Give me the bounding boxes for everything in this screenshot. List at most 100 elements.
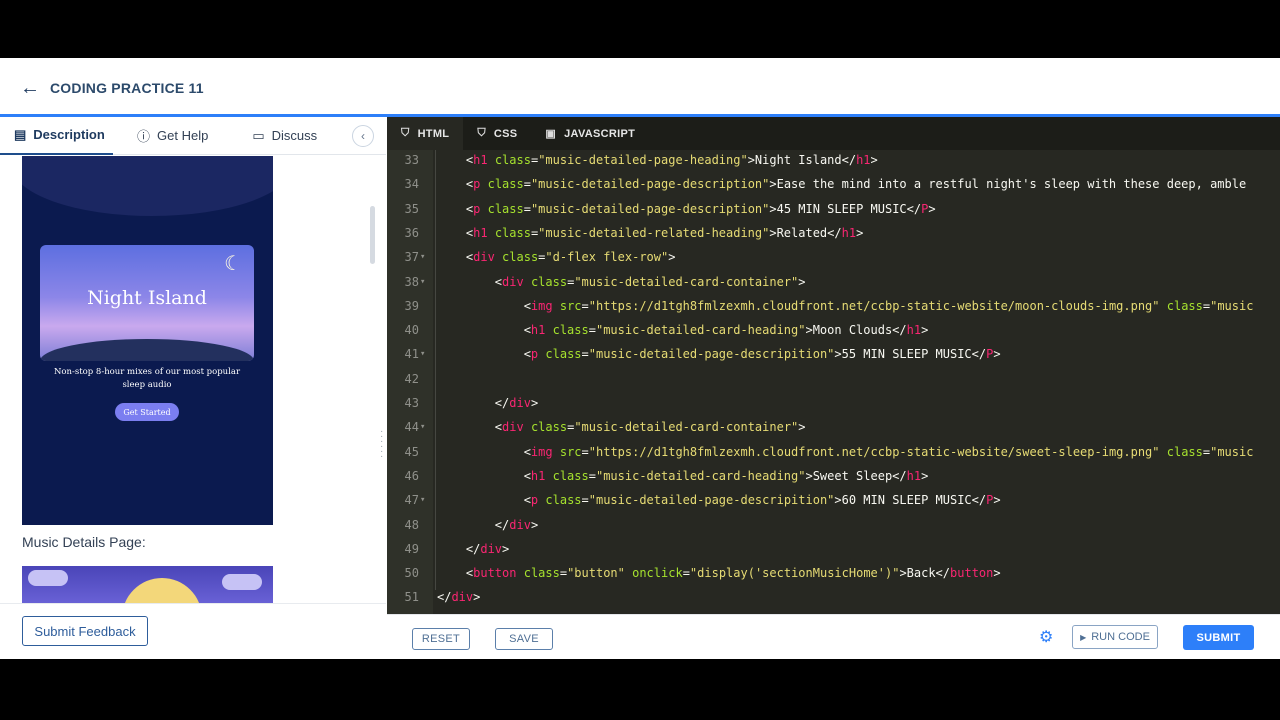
code-line[interactable]: 49 </div> bbox=[387, 537, 1280, 561]
app-frame: ← CODING PRACTICE 11 ▤ Description ⓘ Get… bbox=[0, 58, 1280, 659]
code-text: </div> bbox=[437, 396, 539, 410]
code-text: <p class="music-detailed-page-descriptio… bbox=[437, 201, 936, 216]
css3-icon: ⛉ bbox=[477, 127, 486, 139]
line-number: 41 bbox=[404, 347, 419, 362]
tab-label: JAVASCRIPT bbox=[564, 127, 636, 140]
code-line[interactable]: 47 ▾ <p class="music-detailed-page-descri… bbox=[387, 488, 1280, 512]
document-icon: ▤ bbox=[14, 126, 27, 142]
line-number: 49 bbox=[404, 541, 419, 556]
code-text: <h1 class="music-detailed-card-heading">… bbox=[437, 468, 929, 483]
reset-button[interactable]: RESET bbox=[412, 628, 470, 650]
code-line[interactable]: 48 </div> bbox=[387, 513, 1280, 537]
moon-decoration bbox=[122, 578, 202, 603]
tab-html[interactable]: ⛉ HTML bbox=[387, 117, 464, 150]
line-number: 36 bbox=[404, 225, 419, 240]
code-line[interactable]: 40 <h1 class="music-detailed-card-headin… bbox=[387, 318, 1280, 342]
left-panel: ▤ Description ⓘ Get Help ▭ Discuss ‹ ☾ N… bbox=[0, 117, 386, 659]
line-number: 35 bbox=[404, 201, 419, 216]
run-code-label: RUN CODE bbox=[1091, 631, 1150, 643]
hero-title: Night Island bbox=[87, 287, 207, 309]
code-text: </div> bbox=[437, 541, 510, 556]
code-line[interactable]: 42 bbox=[387, 367, 1280, 391]
code-line[interactable]: 45 <img src="https://d1tgh8fmlzexmh.clou… bbox=[387, 440, 1280, 464]
code-line[interactable]: 46 <h1 class="music-detailed-card-headin… bbox=[387, 464, 1280, 488]
run-code-button[interactable]: ▶ RUN CODE bbox=[1072, 625, 1158, 649]
line-number: 45 bbox=[404, 444, 419, 459]
line-number: 50 bbox=[404, 566, 419, 581]
cloud-decoration bbox=[22, 156, 273, 216]
cloud-decoration bbox=[28, 570, 68, 586]
submit-feedback-button[interactable]: Submit Feedback bbox=[22, 616, 148, 646]
night-island-preview-image: ☾ Night Island Non-stop 8-hour mixes of … bbox=[22, 156, 273, 525]
line-number: 37 bbox=[404, 250, 419, 265]
collapse-panel-button[interactable]: ‹ bbox=[352, 125, 374, 147]
code-line[interactable]: 38 ▾ <div class="music-detailed-card-cont… bbox=[387, 270, 1280, 294]
tab-label: HTML bbox=[417, 127, 450, 140]
code-line[interactable]: 44 ▾ <div class="music-detailed-card-cont… bbox=[387, 415, 1280, 439]
code-line[interactable]: 43 </div> bbox=[387, 391, 1280, 415]
code-line[interactable]: 50 <button class="button" onclick="displ… bbox=[387, 561, 1280, 585]
code-editor[interactable]: ⛉ HTML ⛉ CSS ▣ JAVASCRIPT 33 <h1 class="… bbox=[387, 117, 1280, 614]
line-number: 47 bbox=[404, 493, 419, 508]
code-line[interactable]: 39 <img src="https://d1tgh8fmlzexmh.clou… bbox=[387, 294, 1280, 318]
code-text: <img src="https://d1tgh8fmlzexmh.cloudfr… bbox=[437, 444, 1254, 459]
chevron-left-icon: ‹ bbox=[361, 129, 365, 143]
arrow-left-icon[interactable]: ← bbox=[20, 78, 40, 98]
fold-toggle-icon[interactable]: ▾ bbox=[420, 342, 425, 366]
tab-css[interactable]: ⛉ CSS bbox=[463, 117, 531, 150]
code-text: <p class="music-detailed-page-descripiti… bbox=[437, 493, 1001, 508]
description-content[interactable]: ☾ Night Island Non-stop 8-hour mixes of … bbox=[0, 156, 386, 603]
gear-icon[interactable]: ⚙ bbox=[1039, 627, 1053, 647]
line-number: 48 bbox=[404, 517, 419, 532]
code-line[interactable]: 33 <h1 class="music-detailed-page-headin… bbox=[387, 148, 1280, 172]
editor-footer: RESET SAVE ⚙ ▶ RUN CODE SUBMIT bbox=[387, 614, 1280, 659]
moon-icon: ☾ bbox=[224, 253, 242, 275]
fold-toggle-icon[interactable]: ▾ bbox=[420, 415, 425, 439]
code-text: <h1 class="music-detailed-page-heading">… bbox=[465, 153, 878, 167]
tab-label: Discuss bbox=[271, 128, 318, 143]
get-started-button: Get Started bbox=[115, 403, 179, 421]
editor-tabs: ⛉ HTML ⛉ CSS ▣ JAVASCRIPT bbox=[387, 117, 1280, 150]
code-line[interactable]: 34 <p class="music-detailed-page-descrip… bbox=[387, 172, 1280, 196]
code-text: <p class="music-detailed-page-descriptio… bbox=[437, 177, 1247, 192]
fold-toggle-icon[interactable]: ▾ bbox=[420, 245, 425, 269]
tab-javascript[interactable]: ▣ JAVASCRIPT bbox=[531, 117, 649, 150]
scrollbar-thumb[interactable] bbox=[370, 206, 375, 264]
code-text: <button class="button" onclick="display(… bbox=[437, 566, 1001, 581]
tab-label: CSS bbox=[493, 127, 518, 140]
help-circle-icon: ⓘ bbox=[137, 129, 151, 144]
code-text: <img src="https://d1tgh8fmlzexmh.cloudfr… bbox=[437, 298, 1254, 313]
fold-toggle-icon[interactable]: ▾ bbox=[420, 270, 425, 294]
line-number: 46 bbox=[404, 468, 419, 483]
line-number: 43 bbox=[404, 396, 419, 410]
code-line[interactable]: 37 ▾ <div class="d-flex flex-row"> bbox=[387, 245, 1280, 269]
play-icon: ▶ bbox=[1080, 632, 1087, 642]
submit-button[interactable]: SUBMIT bbox=[1183, 625, 1254, 650]
code-text: <div class="d-flex flex-row"> bbox=[437, 250, 676, 265]
hero-banner: ☾ Night Island bbox=[40, 245, 254, 361]
chat-icon: ▭ bbox=[252, 127, 265, 143]
hills-decoration bbox=[40, 339, 254, 361]
tab-description[interactable]: ▤ Description bbox=[0, 117, 113, 155]
js-file-icon: ▣ bbox=[545, 128, 557, 140]
code-line[interactable]: 41 ▾ <p class="music-detailed-page-descri… bbox=[387, 342, 1280, 366]
code-line[interactable]: 35 <p class="music-detailed-page-descrip… bbox=[387, 197, 1280, 221]
line-number: 51 bbox=[404, 590, 419, 605]
code-text: </div> bbox=[437, 590, 481, 605]
music-details-preview-image bbox=[22, 566, 273, 603]
code-text: <p class="music-detailed-page-descripiti… bbox=[437, 347, 1001, 362]
code-text: <h1 class="music-detailed-card-heading">… bbox=[437, 323, 929, 338]
code-text: <div class="music-detailed-card-containe… bbox=[437, 420, 806, 435]
save-button[interactable]: SAVE bbox=[495, 628, 553, 650]
top-bar: ← CODING PRACTICE 11 bbox=[0, 62, 1280, 114]
line-number: 40 bbox=[404, 323, 419, 338]
tab-get-help[interactable]: ⓘ Get Help bbox=[123, 117, 222, 155]
code-line[interactable]: 36 <h1 class="music-detailed-related-hea… bbox=[387, 221, 1280, 245]
resize-handle[interactable]: · · · · · · bbox=[380, 427, 383, 462]
line-number: 38 bbox=[404, 274, 419, 289]
fold-toggle-icon[interactable]: ▾ bbox=[420, 488, 425, 512]
line-number: 39 bbox=[404, 298, 419, 313]
code-text: </div> bbox=[437, 517, 539, 532]
tab-discuss[interactable]: ▭ Discuss bbox=[238, 117, 331, 155]
code-line[interactable]: 51 </div> bbox=[387, 585, 1280, 609]
